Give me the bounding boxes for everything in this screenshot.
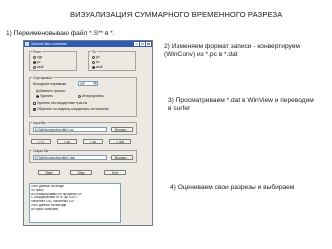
log-output[interactable]: 2000 данных на входе 90 трасс All сейсмо… (29, 183, 121, 223)
radio-icon (33, 65, 36, 69)
radio-icon (92, 60, 95, 64)
sort-mode-label: Выходные перевязки (33, 82, 67, 86)
chevron-down-icon: ▼ (93, 82, 97, 85)
to-option-asdf[interactable]: asdf (92, 65, 102, 69)
sort-caption: Сортировка (32, 76, 53, 80)
radio-icon (92, 55, 95, 59)
app-icon (25, 42, 29, 46)
step-4-caption: 4) Оцениваем свои разрезы и выбираем (170, 184, 295, 191)
input-file-field[interactable]: D:\Wiki\project\profile1.pc (33, 127, 107, 132)
start-button[interactable]: Start (38, 170, 60, 175)
from-caption: From (32, 50, 42, 54)
output-file-caption: Output file (32, 149, 50, 153)
action-button-1[interactable]: < << (31, 139, 51, 144)
from-option-pc[interactable]: pc (33, 60, 41, 64)
from-option-sgy[interactable]: sgy (33, 55, 42, 59)
radio-icon (78, 94, 81, 98)
action-button-4[interactable]: > dat (109, 139, 131, 144)
ignore-option[interactable]: Игнорировать (78, 94, 104, 98)
step-2-caption: 2) Изменяем формат записи - конвертируем… (164, 43, 300, 58)
input-browse-button[interactable]: Browse... (111, 127, 133, 132)
output-file-field[interactable]: D:\Wiki\project\profile1.dat (33, 155, 107, 160)
remove-option[interactable]: Удалить (36, 94, 53, 98)
slide-title: ВИЗУАЛИЗАЦИЯ СУММАРНОГО ВРЕМЕННОГО РАЗРЕ… (70, 10, 283, 19)
action-button-3[interactable]: < sc (83, 139, 103, 144)
output-file-group: Output file D:\Wiki\project\profile1.dat… (29, 149, 137, 163)
radio-icon (33, 55, 36, 59)
close-icon[interactable]: × (146, 42, 151, 46)
minimize-icon[interactable]: _ (134, 42, 139, 46)
output-browse-button[interactable]: Browse... (111, 155, 133, 160)
log-line: All трасс записано (31, 207, 59, 211)
step-3-caption: 3) Просматриваем *.dat в WinView и перев… (168, 97, 314, 112)
sort-group: Сортировка Выходные перевязки OP ▼ Добав… (29, 76, 137, 117)
checkbox-checked-icon (33, 107, 36, 111)
input-file-caption: Input file (32, 121, 47, 125)
radio-selected-icon (92, 65, 95, 69)
checkbox-icon (33, 101, 36, 105)
radio-selected-icon (33, 60, 36, 64)
remove-nonstandard-checkbox[interactable]: Удалить нестандартные трассы (33, 101, 87, 105)
reverse-checkbox[interactable]: Обратить по индексу координаты источнико… (33, 107, 108, 111)
stop-button[interactable]: Stop (70, 170, 92, 175)
from-option-asdf[interactable]: asdf (33, 65, 43, 69)
from-group: From sgy pc asdf (29, 50, 77, 71)
step-1-caption: 1) Переименовываю файл *.S** в *. (6, 30, 115, 37)
radio-selected-icon (36, 94, 39, 98)
converter-window: Seismic files converter _ □ × From sgy p… (23, 40, 153, 226)
sort-mode-select[interactable]: OP ▼ (78, 81, 98, 86)
to-group: To pc sc asdf (88, 50, 136, 71)
to-option-sc[interactable]: sc (92, 60, 99, 64)
maximize-icon[interactable]: □ (140, 42, 145, 46)
window-titlebar[interactable]: Seismic files converter _ □ × (24, 41, 152, 47)
input-file-group: Input file D:\Wiki\project\profile1.pc B… (29, 121, 137, 135)
exit-button[interactable]: Exit (104, 170, 126, 175)
add-traces-label: Добавлять трассы: (36, 89, 66, 93)
action-button-2[interactable]: < pc (57, 139, 77, 144)
window-title: Seismic files converter (31, 42, 67, 46)
to-caption: To (91, 50, 97, 54)
to-option-pc[interactable]: pc (92, 55, 100, 59)
